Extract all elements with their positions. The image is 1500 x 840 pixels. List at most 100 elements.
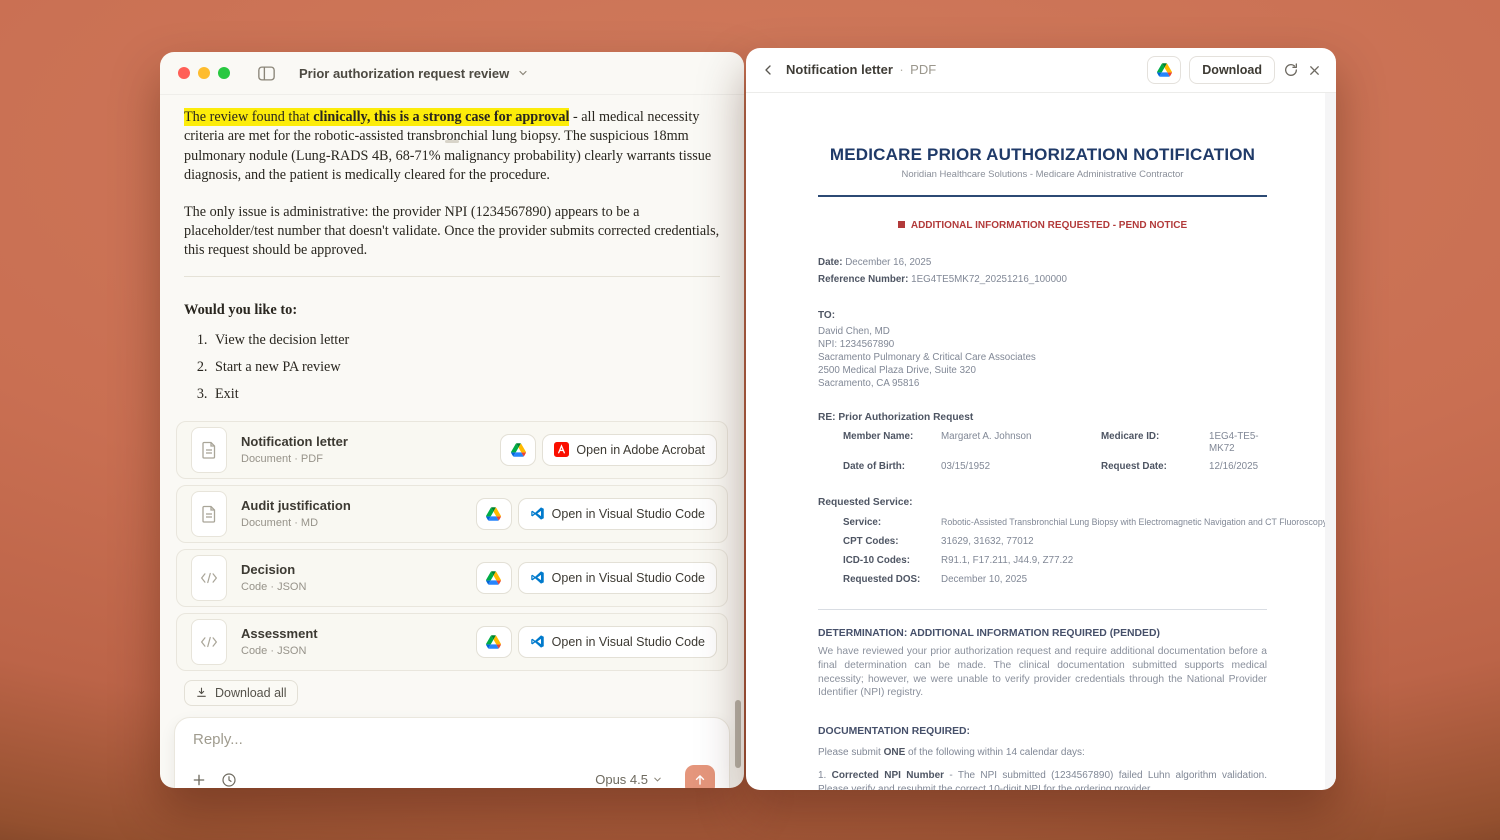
open-button-label: Open in Adobe Acrobat bbox=[576, 442, 705, 457]
google-drive-icon bbox=[510, 443, 526, 457]
pdf-title: MEDICARE PRIOR AUTHORIZATION NOTIFICATIO… bbox=[829, 145, 1256, 164]
save-to-drive-button[interactable] bbox=[1147, 56, 1182, 84]
sidebar-toggle-icon[interactable] bbox=[258, 65, 275, 81]
title-separator: · bbox=[899, 62, 904, 77]
open-button-label: Open in Visual Studio Code bbox=[551, 570, 705, 585]
assistant-paragraph-1: The review found that clinically, this i… bbox=[184, 108, 720, 186]
recipient-line: Sacramento, CA 95816 bbox=[818, 378, 920, 389]
to-label: TO: bbox=[818, 310, 836, 321]
chat-scrollbar[interactable] bbox=[735, 700, 741, 768]
save-to-drive-button[interactable] bbox=[475, 625, 512, 658]
recipient-line: Sacramento Pulmonary & Critical Care Ass… bbox=[818, 352, 1036, 363]
attachment-title: Audit justification bbox=[241, 498, 351, 514]
save-to-drive-button[interactable] bbox=[475, 497, 512, 530]
clock-icon bbox=[222, 773, 236, 787]
option-start-new-pa-review: Start a new PA review bbox=[211, 354, 720, 381]
refresh-button[interactable] bbox=[1283, 62, 1299, 78]
date-label: Date: bbox=[818, 257, 843, 268]
submit-bold: ONE bbox=[883, 747, 906, 759]
adobe-acrobat-icon bbox=[554, 442, 570, 458]
reference-label: Reference Number: bbox=[818, 274, 909, 285]
prompt-heading: Would you like to: bbox=[184, 301, 298, 318]
preview-header: Notification letter · PDF Download bbox=[746, 48, 1336, 93]
attachment-meta: Document · PDF bbox=[241, 453, 323, 466]
icd10-label: ICD-10 Codes: bbox=[843, 555, 910, 566]
model-selector[interactable]: Opus 4.5 bbox=[595, 772, 663, 787]
open-in-vscode-button[interactable]: Open in Visual Studio Code bbox=[517, 625, 717, 658]
download-icon bbox=[197, 687, 206, 698]
highlight-text: The review found that bbox=[184, 109, 314, 125]
preview-file-type: PDF bbox=[910, 62, 937, 77]
service-heading: Requested Service: bbox=[818, 497, 913, 508]
reply-input[interactable] bbox=[191, 729, 719, 749]
save-to-drive-button[interactable] bbox=[500, 433, 537, 466]
minimize-window-button[interactable] bbox=[198, 67, 210, 79]
model-label: Opus 4.5 bbox=[595, 772, 648, 788]
option-view-decision-letter: View the decision letter bbox=[211, 327, 720, 354]
attachment-list: Notification letter Document · PDF Open … bbox=[176, 420, 728, 671]
submit-pre: Please submit bbox=[818, 747, 884, 759]
service-value: Robotic-Assisted Transbronchial Lung Bio… bbox=[941, 517, 1325, 527]
close-icon bbox=[1310, 65, 1319, 75]
reference-value: 1EG4TE5MK72_20251216_100000 bbox=[911, 274, 1067, 285]
save-to-drive-button[interactable] bbox=[475, 561, 512, 594]
document-icon bbox=[191, 490, 227, 537]
dob-label: Date of Birth: bbox=[843, 461, 906, 472]
download-button[interactable]: Download bbox=[1189, 56, 1275, 84]
close-window-button[interactable] bbox=[178, 67, 190, 79]
attachment-decision[interactable]: Decision Code · JSON Open in Visual Stud… bbox=[176, 548, 728, 607]
cpt-value: 31629, 31632, 77012 bbox=[941, 536, 1034, 547]
attachment-audit-justification[interactable]: Audit justification Document · MD Open i… bbox=[176, 484, 728, 543]
item-number: 1. bbox=[818, 770, 832, 782]
member-info-table: Member Name: Margaret A. Johnson Medicar… bbox=[843, 431, 1267, 473]
claude-chat-window: Prior authorization request review The r… bbox=[160, 52, 744, 788]
message-divider bbox=[184, 275, 720, 277]
plus-icon bbox=[193, 774, 205, 786]
documentation-heading: DOCUMENTATION REQUIRED: bbox=[818, 726, 971, 738]
recipient-line: NPI: 1234567890 bbox=[818, 339, 895, 350]
vscode-icon bbox=[530, 635, 544, 648]
back-button[interactable] bbox=[760, 62, 776, 78]
submit-post: of the following within 14 calendar days… bbox=[905, 747, 1085, 759]
highlight-bold-text: clinically, this is a strong case for ap… bbox=[313, 109, 570, 125]
section-divider bbox=[818, 609, 1267, 610]
close-preview-button[interactable] bbox=[1307, 63, 1322, 78]
pend-notice-text: ADDITIONAL INFORMATION REQUESTED - PEND … bbox=[910, 220, 1188, 231]
attachment-notification-letter[interactable]: Notification letter Document · PDF Open … bbox=[176, 420, 728, 479]
attachment-title: Decision bbox=[241, 562, 296, 578]
member-name-label: Member Name: bbox=[843, 431, 914, 442]
history-button[interactable] bbox=[221, 772, 237, 788]
options-list: View the decision letter Start a new PA … bbox=[184, 327, 720, 408]
recipient-line: David Chen, MD bbox=[818, 326, 890, 337]
medicare-id-label: Medicare ID: bbox=[1101, 431, 1160, 442]
determination-body: We have reviewed your prior authorizatio… bbox=[818, 646, 1267, 699]
submit-instruction: Please submit ONE of the following withi… bbox=[818, 746, 1267, 760]
send-button[interactable] bbox=[685, 764, 715, 788]
request-date-value: 12/16/2025 bbox=[1209, 461, 1259, 472]
chevron-down-icon[interactable] bbox=[517, 67, 529, 79]
chat-message-area: The review found that clinically, this i… bbox=[160, 108, 744, 788]
preview-scroll-gutter[interactable] bbox=[1325, 93, 1336, 790]
open-in-adobe-acrobat-button[interactable]: Open in Adobe Acrobat bbox=[542, 433, 717, 466]
arrow-up-icon bbox=[695, 775, 705, 785]
google-drive-icon bbox=[1156, 63, 1172, 77]
download-all-button[interactable]: Download all bbox=[184, 679, 298, 706]
attachment-meta: Code · JSON bbox=[241, 645, 307, 658]
zoom-window-button[interactable] bbox=[218, 67, 230, 79]
pend-notice: ADDITIONAL INFORMATION REQUESTED - PEND … bbox=[818, 220, 1267, 231]
vscode-icon bbox=[530, 571, 544, 584]
google-drive-icon bbox=[486, 635, 502, 649]
vscode-icon bbox=[530, 507, 544, 520]
add-attachment-button[interactable] bbox=[191, 772, 207, 788]
code-icon bbox=[191, 618, 227, 665]
pdf-document: MEDICARE PRIOR AUTHORIZATION NOTIFICATIO… bbox=[746, 93, 1325, 790]
open-in-vscode-button[interactable]: Open in Visual Studio Code bbox=[517, 497, 717, 530]
medicare-id-value: 1EG4-TE5-MK72 bbox=[1209, 431, 1259, 454]
attachment-title: Assessment bbox=[241, 626, 318, 642]
attachment-assessment[interactable]: Assessment Code · JSON Open in Visual St… bbox=[176, 612, 728, 671]
google-drive-icon bbox=[486, 571, 502, 585]
determination-heading: DETERMINATION: ADDITIONAL INFORMATION RE… bbox=[818, 628, 1160, 639]
conversation-title: Prior authorization request review bbox=[299, 65, 510, 81]
open-in-vscode-button[interactable]: Open in Visual Studio Code bbox=[517, 561, 717, 594]
doc-item-1: 1. Corrected NPI Number - The NPI submit… bbox=[818, 769, 1267, 790]
